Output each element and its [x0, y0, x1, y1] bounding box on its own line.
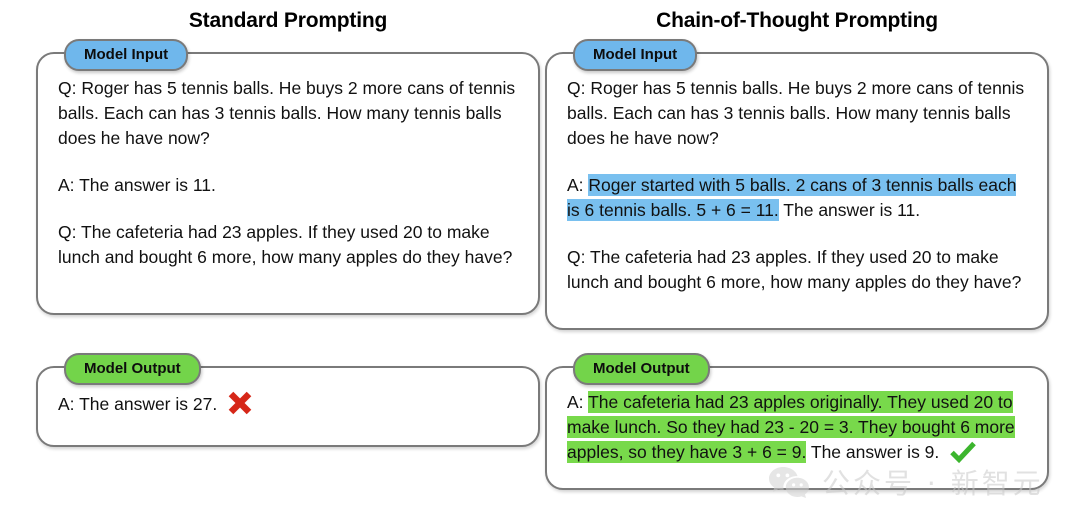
cot-output-suffix: The answer is 9. [806, 442, 940, 462]
cot-model-output-panel: Model Output A: The cafeteria had 23 app… [545, 353, 1049, 490]
cot-model-output-badge: Model Output [573, 353, 710, 385]
standard-output-answer-text: A: The answer is 27. [58, 394, 218, 414]
cross-icon [227, 390, 253, 416]
check-icon [949, 440, 977, 464]
chain-of-thought-column: Chain-of-Thought Prompting Model Input Q… [545, 0, 1049, 490]
standard-input-question-2: Q: The cafeteria had 23 apples. If they … [58, 222, 513, 267]
standard-prompting-title: Standard Prompting [188, 9, 388, 32]
standard-model-output-badge: Model Output [64, 353, 201, 385]
standard-model-input-panel: Model Input Q: Roger has 5 tennis balls.… [36, 39, 540, 315]
cot-output-answer-line: A: The cafeteria had 23 apples originall… [567, 390, 1029, 465]
cot-output-prefix: A: [567, 392, 589, 412]
cot-model-input-badge: Model Input [573, 39, 698, 71]
cot-output-reasoning-highlight: The cafeteria had 23 apples originally. … [567, 391, 1015, 463]
standard-model-input-body: Q: Roger has 5 tennis balls. He buys 2 m… [38, 54, 538, 286]
cot-model-input-body: Q: Roger has 5 tennis balls. He buys 2 m… [547, 54, 1047, 311]
standard-input-answer-1: A: The answer is 11. [58, 175, 216, 195]
cot-input-question-2: Q: The cafeteria had 23 apples. If they … [567, 247, 1022, 292]
figure-canvas: Standard Prompting Model Input Q: Roger … [0, 0, 1080, 521]
cot-input-question-1: Q: Roger has 5 tennis balls. He buys 2 m… [567, 78, 1025, 148]
chain-of-thought-title: Chain-of-Thought Prompting [656, 9, 938, 32]
standard-model-input-badge: Model Input [64, 39, 189, 71]
cot-input-answer-1: A: Roger started with 5 balls. 2 cans of… [567, 173, 1029, 223]
standard-prompting-column: Standard Prompting Model Input Q: Roger … [36, 0, 540, 447]
cot-model-input-panel: Model Input Q: Roger has 5 tennis balls.… [545, 39, 1049, 330]
standard-output-answer-line: A: The answer is 27. [58, 390, 520, 417]
standard-input-question-1: Q: Roger has 5 tennis balls. He buys 2 m… [58, 78, 516, 148]
cot-answer-prefix: A: [567, 175, 589, 195]
standard-model-output-panel: Model Output A: The answer is 27. [36, 353, 540, 447]
cot-answer-suffix: The answer is 11. [778, 200, 921, 220]
